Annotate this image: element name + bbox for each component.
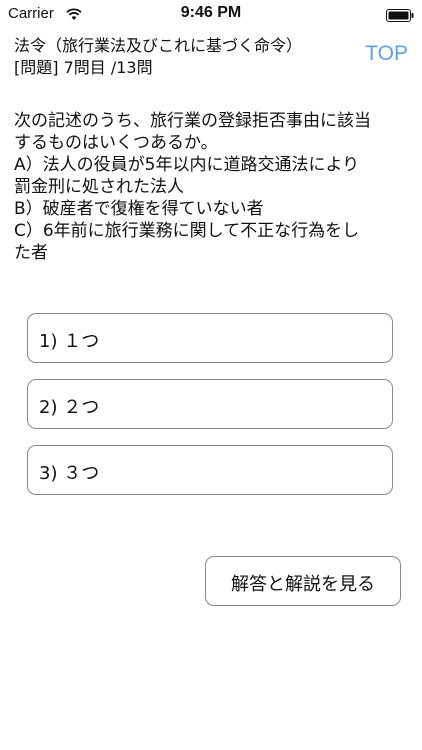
question-line: B）破産者で復権を得ていない者 xyxy=(14,199,264,219)
page-title: 法令（旅行業法及びこれに基づく命令） xyxy=(14,36,303,55)
status-time: 9:46 PM xyxy=(180,4,242,21)
battery-icon xyxy=(386,7,414,22)
question-line: するものはいくつあるか。 xyxy=(14,133,218,153)
question-progress: [問題] 7問目 /13問 xyxy=(14,58,153,77)
app-screen: Carrier 9:46 PM 法令（旅行業法及びこれに基づく命令） [問題] … xyxy=(0,0,422,750)
status-bar: Carrier 9:46 PM xyxy=(0,0,422,28)
show-answer-button[interactable]: 解答と解説を見る xyxy=(205,556,401,606)
header: 法令（旅行業法及びこれに基づく命令） [問題] 7問目 /13問 TOP xyxy=(0,28,422,88)
choice-button-2[interactable]: 2) ２つ xyxy=(27,379,393,429)
question-line: C）6年前に旅行業務に関して不正な行為をし xyxy=(14,221,360,241)
choice-label: 3) ３つ xyxy=(39,463,100,484)
choice-button-1[interactable]: 1) １つ xyxy=(27,313,393,363)
choice-label: 2) ２つ xyxy=(39,397,100,418)
show-answer-label: 解答と解説を見る xyxy=(231,574,375,595)
question-line: 次の記述のうち、旅行業の登録拒否事由に該当 xyxy=(14,111,371,131)
question-text: 次の記述のうち、旅行業の登録拒否事由に該当 するものはいくつあるか。 A）法人の… xyxy=(14,110,410,264)
choice-button-3[interactable]: 3) ３つ xyxy=(27,445,393,495)
question-line: た者 xyxy=(14,243,48,263)
question-line: 罰金刑に処された法人 xyxy=(14,177,184,197)
choice-label: 1) １つ xyxy=(39,331,100,352)
top-button[interactable]: TOP xyxy=(365,42,408,66)
question-line: A）法人の役員が5年以内に道路交通法により xyxy=(14,155,360,175)
